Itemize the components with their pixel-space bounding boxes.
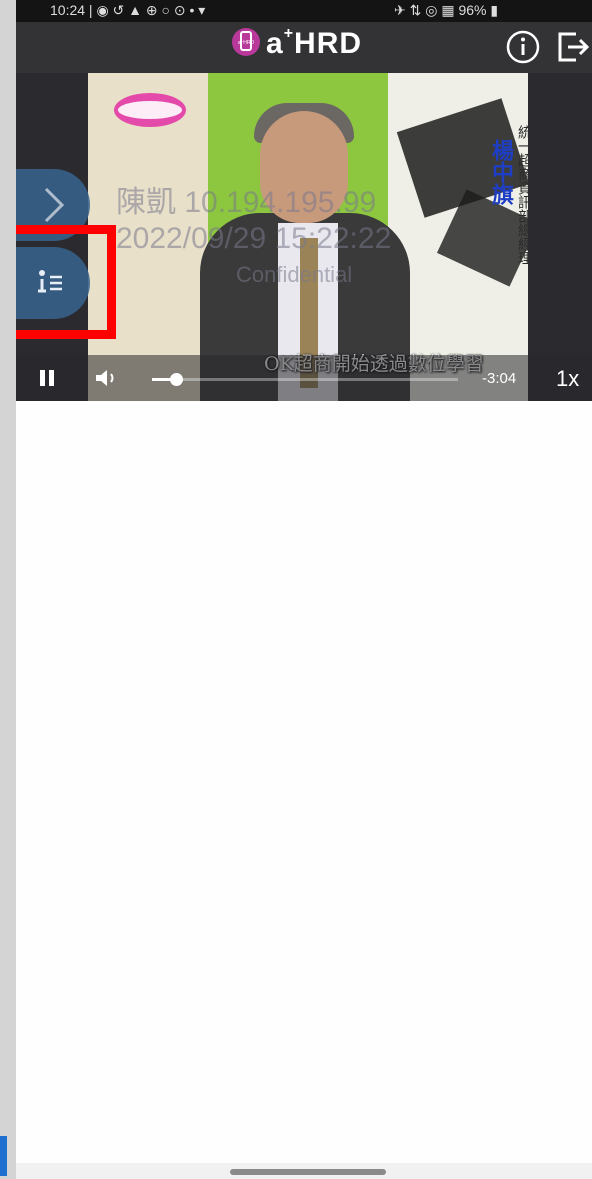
watermark-line: 陳凱 10.194.195.99 [116, 186, 377, 219]
pause-icon[interactable] [38, 369, 56, 387]
status-right: ✈ ⇅ ◎ ▦ 96% ▮ [394, 2, 499, 18]
player-controls: -3:04 1x [16, 355, 592, 401]
time-remaining: -3:04 [482, 370, 517, 387]
app-bar: a⁺HRD a+HRD [16, 22, 592, 73]
home-indicator[interactable] [230, 1169, 386, 1175]
video-watermark: 陳凱 10.194.195.99 2022/09/29 15:22:22 Con… [116, 185, 391, 293]
tv-show-logo-inner [118, 101, 182, 119]
app-logo-badge-text: a⁺HRD [238, 40, 255, 46]
info-icon[interactable] [506, 30, 540, 64]
annotation-highlight-box [16, 225, 116, 339]
volume-icon[interactable] [94, 367, 120, 389]
watermark-line: Confidential [236, 262, 353, 287]
app-title-suffix: HRD [294, 27, 363, 60]
playback-speed-button[interactable]: 1x [556, 366, 579, 392]
app-title-sup: + [283, 25, 295, 42]
app-title: a+HRD [266, 25, 363, 61]
app-logo-icon: a⁺HRD [232, 28, 260, 56]
content-area [16, 401, 592, 1163]
speaker-name-caption: 楊中旗 [488, 139, 514, 205]
speaker-title-caption: 統一超商資訊部總經理 [516, 125, 528, 265]
status-bar: 10:24 | ◉ ↺ ▲ ⊕ ○ ⊙ • ▾ ✈ ⇅ ◎ ▦ 96% ▮ [16, 0, 592, 22]
app-title-main: a [266, 27, 284, 60]
edge-accent [0, 1136, 7, 1176]
video-player[interactable]: 楊中旗 統一超商資訊部總經理 OK超商開始透過數位學習 陳凱 10.194.19… [16, 73, 592, 401]
logout-icon[interactable] [556, 30, 592, 64]
watermark-line: 2022/09/29 15:22:22 [116, 222, 392, 255]
progress-slider[interactable] [152, 373, 458, 386]
phone-screen: 10:24 | ◉ ↺ ▲ ⊕ ○ ⊙ • ▾ ✈ ⇅ ◎ ▦ 96% ▮ a⁺… [16, 0, 592, 1179]
progress-knob[interactable] [170, 373, 184, 386]
status-left: 10:24 | ◉ ↺ ▲ ⊕ ○ ⊙ • ▾ [50, 2, 206, 18]
left-edge-strip [0, 0, 16, 1179]
